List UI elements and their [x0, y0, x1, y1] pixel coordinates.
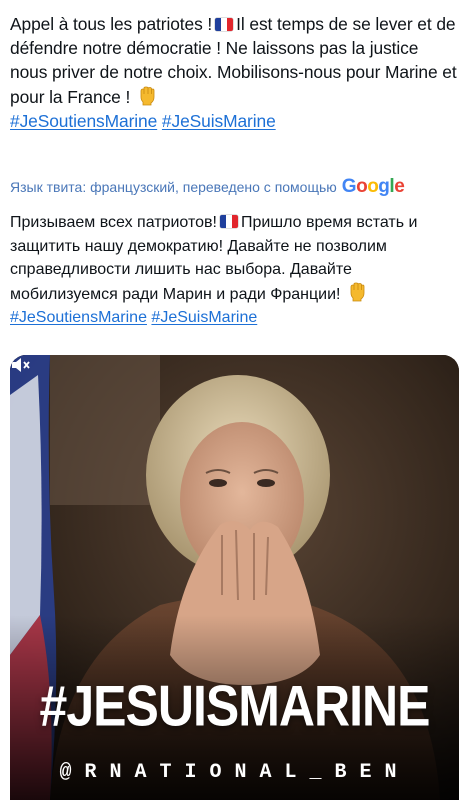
raised-fist-icon [350, 282, 365, 301]
tweet-media-image[interactable]: #JESUISMARINE @RNATIONAL_BEN [10, 355, 459, 800]
flag-fr-icon [219, 215, 238, 228]
tweet-text: Appel à tous les patriotes ! Il est temps… [10, 12, 460, 133]
translated-text: Призываем всех патриотов! Пришло время вс… [10, 211, 460, 330]
hashtag-link[interactable]: #JeSoutiensMarine [10, 111, 157, 131]
media-handle-text: @RNATIONAL_BEN [59, 761, 410, 784]
raised-fist-icon [140, 86, 155, 106]
flag-fr-icon [215, 18, 234, 31]
tweet-text-part1: Appel à tous les patriotes ! [10, 14, 213, 34]
google-logo: Google [341, 176, 405, 197]
translation-attribution[interactable]: Язык твита: французский, переведено с по… [10, 176, 460, 198]
hashtag-link[interactable]: #JeSuisMarine [162, 111, 276, 131]
media-banner-text: #JESUISMARINE [39, 673, 431, 739]
mute-icon[interactable] [10, 355, 32, 375]
hashtag-link[interactable]: #JeSuisMarine [151, 309, 257, 326]
translation-label: Язык твита: французский, переведено с по… [10, 179, 337, 195]
translated-text-part1: Призываем всех патриотов! [10, 214, 217, 231]
hashtag-link[interactable]: #JeSoutiensMarine [10, 309, 147, 326]
